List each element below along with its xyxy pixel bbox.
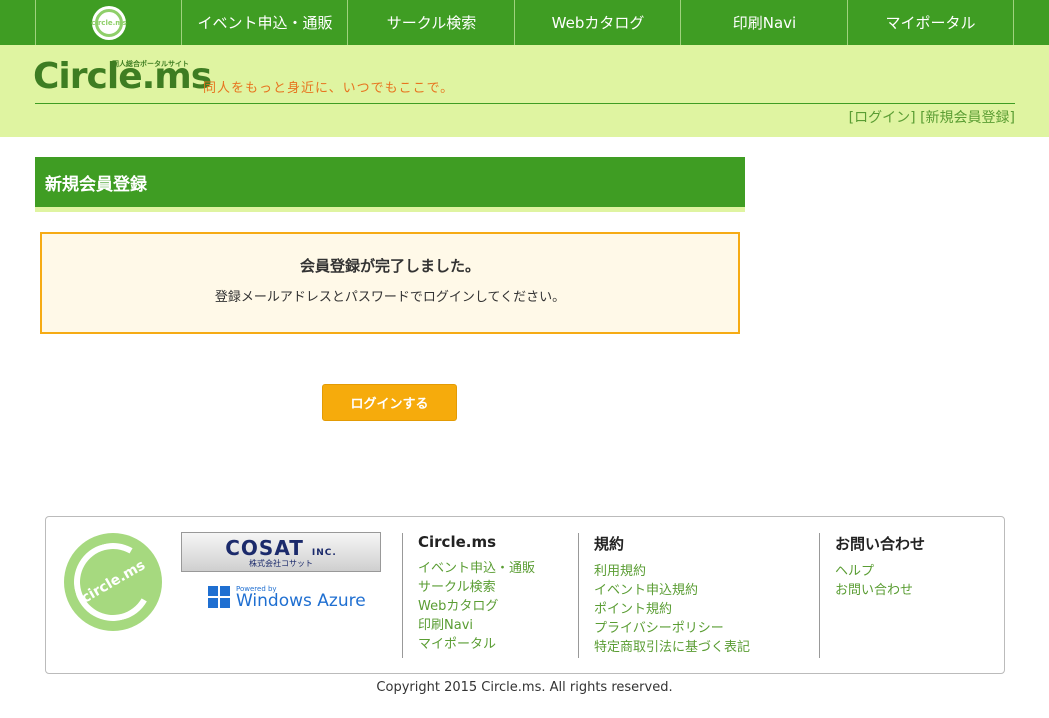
footer-link-web-catalog[interactable]: Webカタログ (418, 597, 535, 616)
footer-link-circle-search[interactable]: サークル検索 (418, 578, 535, 597)
site-footer: circle.ms COSAT INC. 株式会社コサット Powered by… (45, 516, 1005, 674)
footer-link-event-apply[interactable]: イベント申込・通販 (418, 559, 535, 578)
circle-ms-logo-icon: circle.ms (91, 5, 127, 40)
notice-heading: 会員登録が完了しました。 (299, 257, 480, 275)
footer-link-terms-of-use[interactable]: 利用規約 (594, 562, 750, 581)
top-navigation: circle.ms イベント申込・通販 サークル検索 Webカタログ 印刷Nav… (0, 0, 1049, 45)
login-link[interactable]: [ログイン] (849, 110, 916, 126)
site-header: Circle.ms 同人総合ポータルサイト 同人をもっと身近に、いつでもここで。… (0, 45, 1049, 137)
brand-subtitle: 同人総合ポータルサイト (112, 60, 189, 68)
nav-item-web-catalog[interactable]: Webカタログ (514, 0, 681, 45)
footer-link-my-portal[interactable]: マイポータル (418, 635, 535, 654)
footer-column-heading: Circle.ms (418, 533, 497, 551)
nav-item-circle-search[interactable]: サークル検索 (347, 0, 515, 45)
title-underline (35, 207, 745, 212)
nav-home-logo[interactable]: circle.ms (35, 0, 182, 45)
circle-ms-footer-logo-icon[interactable]: circle.ms (64, 533, 162, 631)
footer-link-help[interactable]: ヘルプ (835, 562, 925, 581)
footer-link-event-terms[interactable]: イベント申込規約 (594, 581, 750, 600)
copyright-text: Copyright 2015 Circle.ms. All rights res… (376, 680, 673, 695)
notice-text: 登録メールアドレスとパスワードでログインしてください。 (214, 290, 566, 305)
nav-item-print-navi[interactable]: 印刷Navi (680, 0, 848, 45)
nav-item-my-portal[interactable]: マイポータル (847, 0, 1014, 45)
footer-column-heading: お問い合わせ (835, 535, 926, 553)
site-tagline: 同人をもっと身近に、いつでもここで。 (203, 81, 455, 96)
cosat-banner[interactable]: COSAT INC. 株式会社コサット (181, 532, 381, 572)
footer-link-contact[interactable]: お問い合わせ (835, 581, 925, 600)
header-account-links: [ログイン] [新規会員登録] (849, 107, 1015, 127)
cosat-company-name: 株式会社コサット (249, 558, 313, 568)
register-link[interactable]: [新規会員登録] (920, 110, 1015, 126)
logo-ring: circle.ms (65, 534, 161, 630)
footer-column-heading: 規約 (594, 535, 625, 553)
windows-azure-banner[interactable]: Powered by Windows Azure (208, 585, 366, 611)
nav-item-label: サークル検索 (386, 14, 477, 32)
page-title: 新規会員登録 (35, 157, 745, 207)
login-button[interactable]: ログインする (322, 384, 457, 421)
windows-logo-icon (208, 586, 230, 608)
azure-name: Windows Azure (236, 591, 366, 611)
footer-link-privacy-policy[interactable]: プライバシーポリシー (594, 619, 750, 638)
cosat-logo-text: COSAT INC. (225, 535, 337, 560)
footer-link-commercial-law[interactable]: 特定商取引法に基づく表記 (594, 638, 750, 657)
footer-link-print-navi[interactable]: 印刷Navi (418, 616, 535, 635)
nav-item-label: イベント申込・通販 (197, 14, 333, 32)
header-divider (35, 103, 1015, 104)
nav-item-event-apply[interactable]: イベント申込・通販 (181, 0, 348, 45)
registration-complete-notice: 会員登録が完了しました。 登録メールアドレスとパスワードでログインしてください。 (40, 232, 740, 334)
footer-column-contact: お問い合わせ ヘルプ お問い合わせ (819, 533, 925, 658)
footer-column-terms: 規約 利用規約 イベント申込規約 ポイント規約 プライバシーポリシー 特定商取引… (578, 533, 750, 658)
nav-item-label: 印刷Navi (732, 14, 797, 32)
nav-item-label: Webカタログ (551, 14, 645, 32)
nav-item-label: マイポータル (885, 14, 976, 32)
footer-column-circle-ms: Circle.ms イベント申込・通販 サークル検索 Webカタログ 印刷Nav… (402, 533, 535, 658)
footer-link-point-terms[interactable]: ポイント規約 (594, 600, 750, 619)
